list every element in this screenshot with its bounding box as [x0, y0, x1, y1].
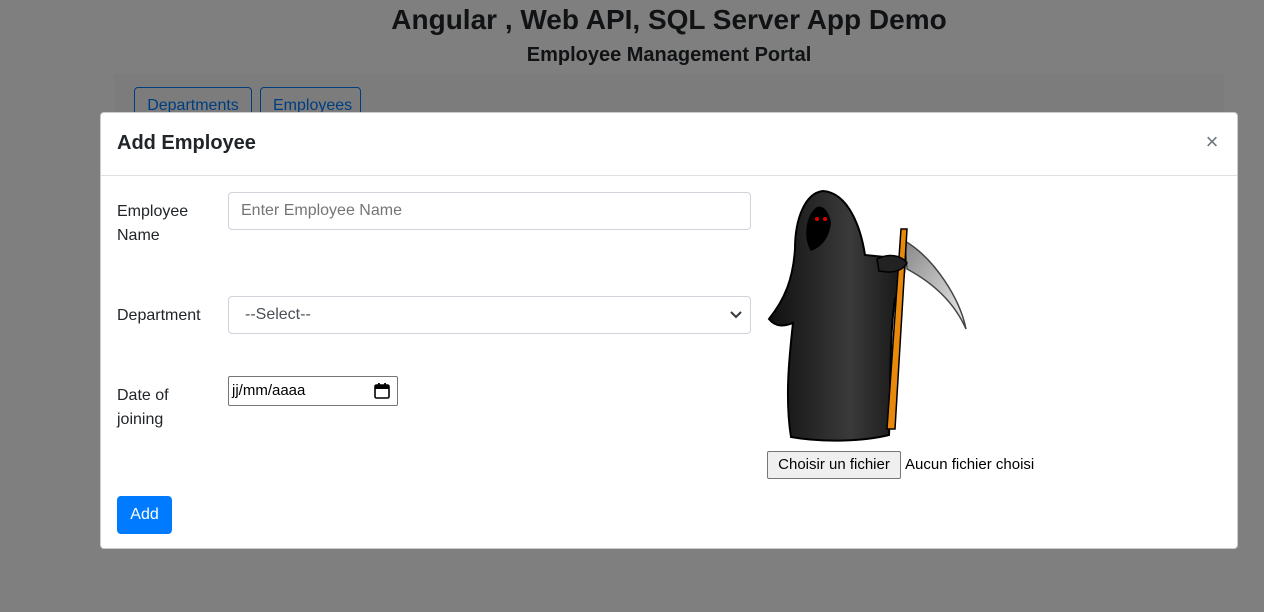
calendar-icon[interactable]: [373, 382, 391, 400]
employee-name-label: Employee Name: [117, 203, 189, 244]
close-icon[interactable]: ×: [1203, 131, 1221, 153]
choose-file-button[interactable]: Choisir un fichier: [767, 451, 901, 479]
file-status-text: Aucun fichier choisi: [905, 456, 1035, 473]
date-of-joining-label: Date of joining: [117, 387, 169, 428]
chevron-down-icon: [730, 311, 742, 319]
department-label: Department: [117, 307, 201, 324]
date-of-joining-input[interactable]: jj/mm/aaaa: [228, 376, 398, 406]
department-select[interactable]: --Select--: [228, 296, 751, 334]
add-button[interactable]: Add: [117, 496, 172, 534]
modal-title: Add Employee: [117, 132, 256, 154]
modal-header: Add Employee ×: [101, 113, 1237, 176]
grim-reaper-image: [767, 189, 967, 442]
add-employee-modal: Add Employee × Employee Name Department …: [100, 112, 1238, 549]
date-placeholder: jj/mm/aaaa: [232, 382, 306, 399]
employee-name-input[interactable]: [228, 192, 751, 230]
department-select-value: --Select--: [245, 306, 311, 323]
